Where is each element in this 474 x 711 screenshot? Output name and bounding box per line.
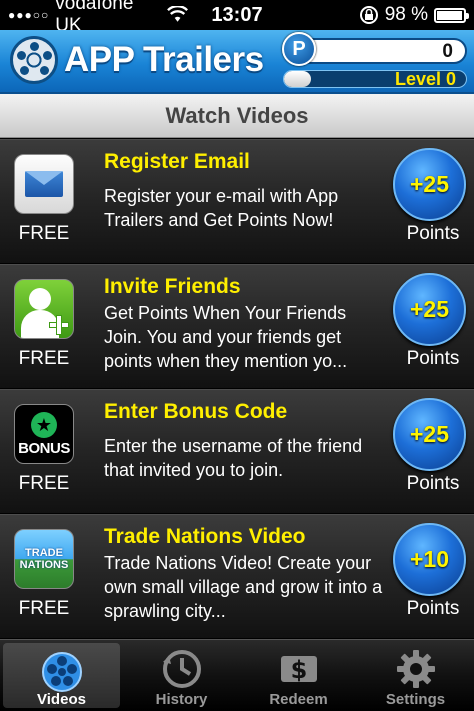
tab-videos[interactable]: Videos bbox=[3, 643, 120, 708]
offer-list: FREE Register Email Register your e-mail… bbox=[0, 139, 474, 639]
gear-icon bbox=[396, 650, 435, 688]
level-progress-fill bbox=[284, 71, 312, 87]
section-title: Watch Videos bbox=[0, 94, 474, 138]
battery-icon bbox=[434, 7, 469, 23]
bonus-icon-text: BONUS bbox=[18, 439, 70, 457]
offer-title: Trade Nations Video bbox=[104, 525, 306, 548]
svg-text:$: $ bbox=[290, 656, 307, 684]
reward-badge[interactable]: +25 bbox=[393, 273, 466, 346]
offer-price: FREE bbox=[18, 348, 70, 369]
tab-label: Videos bbox=[37, 691, 86, 708]
invite-friends-icon bbox=[14, 279, 74, 339]
trade-nations-icon: TRADE NATIONS bbox=[14, 529, 74, 589]
reward-label: Points bbox=[406, 223, 460, 244]
offer-row-trade-nations[interactable]: TRADE NATIONS FREE Trade Nations Video T… bbox=[0, 514, 474, 639]
battery-percentage: 98 % bbox=[384, 4, 428, 25]
offer-title: Register Email bbox=[104, 150, 250, 173]
offer-price: FREE bbox=[18, 598, 70, 619]
offer-title: Invite Friends bbox=[104, 275, 241, 298]
tab-redeem[interactable]: $ Redeem bbox=[240, 640, 357, 711]
points-value: 0 bbox=[442, 41, 453, 62]
clock-icon bbox=[162, 650, 201, 688]
tab-label: Settings bbox=[385, 691, 446, 708]
offer-row-invite-friends[interactable]: FREE Invite Friends Get Points When Your… bbox=[0, 264, 474, 389]
bonus-icon: ★ BONUS bbox=[14, 404, 74, 464]
app-header: APP Trailers 0 P Level 0 bbox=[0, 30, 474, 94]
tab-bar: Videos History $ Redeem Settings bbox=[0, 639, 474, 711]
star-icon: ★ bbox=[31, 411, 57, 438]
offer-title: Enter Bonus Code bbox=[104, 400, 288, 423]
tab-label: History bbox=[155, 691, 208, 708]
signal-strength-icon: ●●●○○ bbox=[8, 8, 50, 22]
points-badge-icon: P bbox=[282, 32, 316, 66]
level-progress-bar: Level 0 bbox=[283, 70, 467, 88]
reward-badge[interactable]: +25 bbox=[393, 148, 466, 221]
reward-label: Points bbox=[406, 598, 460, 619]
offer-price: FREE bbox=[18, 473, 70, 494]
status-bar: ●●●○○ vodafone UK 13:07 98 % bbox=[0, 0, 474, 36]
tab-history[interactable]: History bbox=[123, 640, 240, 711]
reward-label: Points bbox=[406, 348, 460, 369]
level-label: Level 0 bbox=[394, 70, 456, 88]
offer-description: Register your e-mail with App Trailers a… bbox=[104, 186, 339, 230]
dollar-icon: $ bbox=[280, 656, 317, 684]
trade-nations-icon-text: TRADE NATIONS bbox=[19, 547, 69, 571]
tab-settings[interactable]: Settings bbox=[357, 640, 474, 711]
reward-badge[interactable]: +10 bbox=[393, 523, 466, 596]
wifi-icon bbox=[166, 6, 188, 22]
app-logo: APP Trailers bbox=[10, 36, 264, 84]
offer-price: FREE bbox=[18, 223, 70, 244]
offer-description: Trade Nations Video! Create your own sma… bbox=[104, 553, 383, 621]
offer-description: Get Points When Your Friends Join. You a… bbox=[104, 303, 348, 371]
reward-label: Points bbox=[406, 473, 460, 494]
reward-badge[interactable]: +25 bbox=[393, 398, 466, 471]
film-reel-icon bbox=[10, 36, 58, 84]
rotation-lock-icon bbox=[359, 6, 378, 24]
offer-row-bonus-code[interactable]: ★ BONUS FREE Enter Bonus Code Enter the … bbox=[0, 389, 474, 514]
film-reel-icon bbox=[41, 652, 82, 692]
offer-row-register-email[interactable]: FREE Register Email Register your e-mail… bbox=[0, 139, 474, 264]
email-icon bbox=[14, 154, 74, 214]
tab-label: Redeem bbox=[269, 691, 328, 708]
offer-description: Enter the username of the friend that in… bbox=[104, 436, 363, 480]
app-title: APP Trailers bbox=[64, 40, 264, 79]
